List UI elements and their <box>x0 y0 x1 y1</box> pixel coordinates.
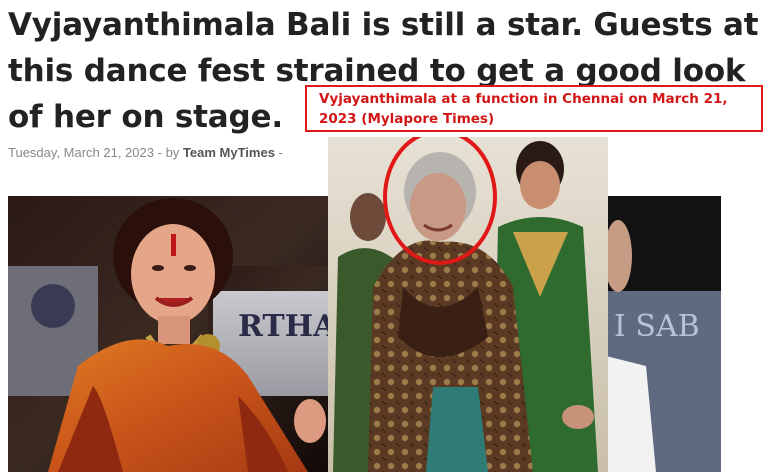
byline-separator-trailing: - <box>278 145 283 160</box>
svg-text:I SAB: I SAB <box>614 309 700 344</box>
annotation-caption-text: Vyjayanthimala at a function in Chennai … <box>319 91 728 127</box>
byline: Tuesday, March 21, 2023 - by Team MyTime… <box>8 145 283 160</box>
author-link[interactable]: Team MyTimes <box>183 145 275 160</box>
article-photo-right: I SAB <box>606 196 721 472</box>
svg-text:RTHA: RTHA <box>238 309 328 344</box>
article-photo-left: RTHA <box>8 196 328 472</box>
annotation-caption-box: Vyjayanthimala at a function in Chennai … <box>305 85 763 132</box>
photo-left-illustration: RTHA <box>8 196 328 472</box>
photo-right-illustration: I SAB <box>606 196 721 472</box>
photo-mid-illustration <box>328 137 608 472</box>
byline-separator: - <box>157 145 162 160</box>
publish-date: Tuesday, March 21, 2023 <box>8 145 154 160</box>
byline-by: by <box>165 145 180 160</box>
inset-photo-chennai-function <box>328 137 608 472</box>
